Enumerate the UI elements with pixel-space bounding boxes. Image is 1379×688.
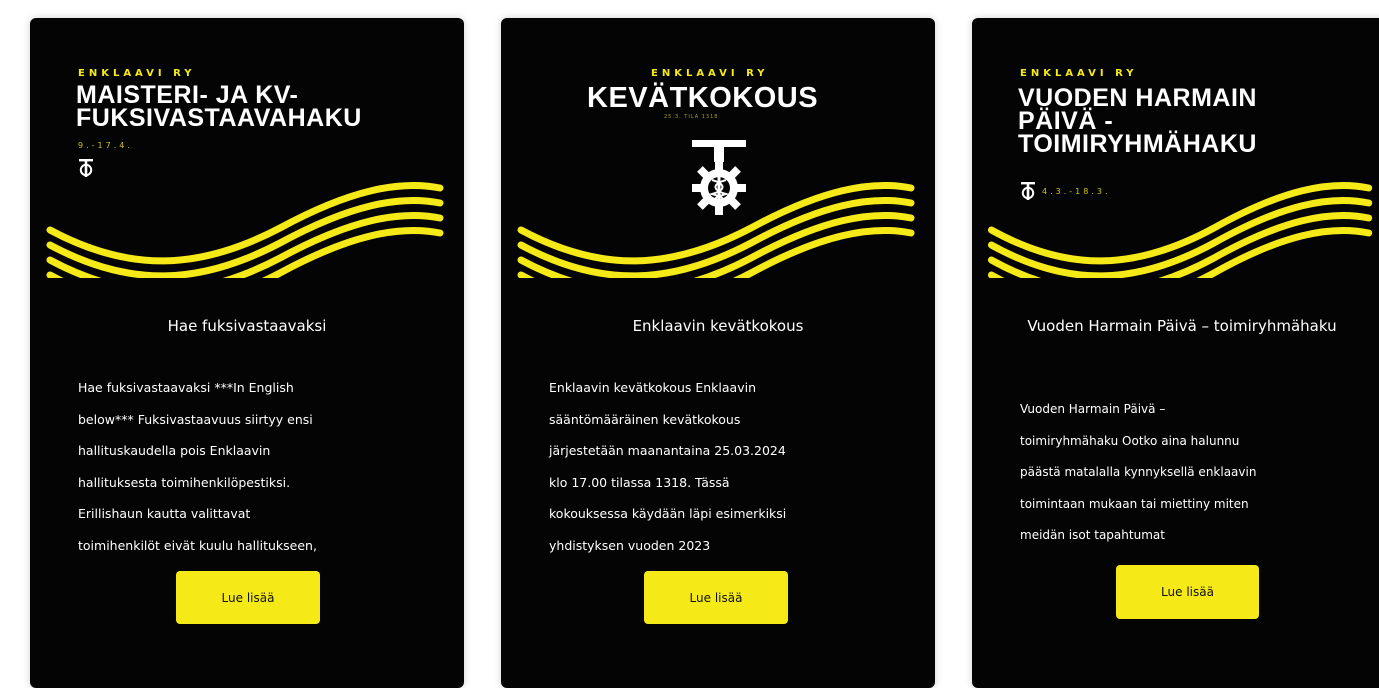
card-excerpt: Vuoden Harmain Päivä – toimiryhmähaku Oo… [1020,402,1257,542]
read-more-button[interactable]: Lue lisää [1116,565,1259,619]
read-more-button[interactable]: Lue lisää [644,571,788,624]
card-title[interactable]: Hae fuksivastaavaksi [60,315,434,337]
wave-graphic [46,181,444,278]
banner-org-label: ENKLAAVI RY [651,68,769,79]
card-banner-image[interactable]: ENKLAAVI RY MAISTERI- JA KV- FUKSIVASTAA… [30,18,464,278]
card-title[interactable]: Vuoden Harmain Päivä – toimiryhmähaku [992,315,1372,337]
card-excerpt: Hae fuksivastaavaksi ***In English below… [78,380,317,553]
card-title[interactable]: Enklaavin kevätkokous [531,315,905,337]
card-banner-image[interactable]: ENKLAAVI RY KEVÄTKOKOUS 25.3. TILA 1318 [501,18,935,278]
banner-heading: VUODEN HARMAIN PÄIVÄ - TOIMIRYHMÄHAKU [1018,84,1257,158]
read-more-button[interactable]: Lue lisää [176,571,320,624]
card-banner-image[interactable]: ENKLAAVI RY VUODEN HARMAIN PÄIVÄ - TOIMI… [972,18,1379,278]
banner-org-label: ENKLAAVI RY [78,68,196,79]
banner-heading: KEVÄTKOKOUS [587,82,819,114]
banner-subdate: 25.3. TILA 1318 [664,114,719,120]
card-excerpt: Enklaavin kevätkokous Enklaavin sääntömä… [549,380,787,553]
news-card: ENKLAAVI RY MAISTERI- JA KV- FUKSIVASTAA… [30,18,464,688]
banner-dates: 9.-17.4. [78,141,133,150]
news-card: ENKLAAVI RY KEVÄTKOKOUS 25.3. TILA 1318 [501,18,935,688]
banner-org-label: ENKLAAVI RY [1020,68,1138,79]
wave-graphic [517,181,915,278]
wave-graphic [987,181,1373,278]
banner-heading: MAISTERI- JA KV- FUKSIVASTAAVAHAKU [76,81,362,132]
news-card: ENKLAAVI RY VUODEN HARMAIN PÄIVÄ - TOIMI… [972,18,1379,688]
